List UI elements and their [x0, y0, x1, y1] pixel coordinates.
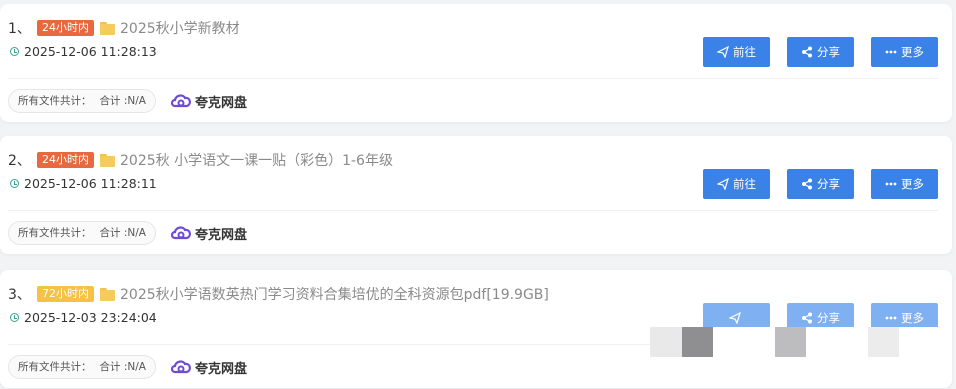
time-badge: 72小时内	[37, 286, 94, 302]
divider	[8, 210, 938, 211]
card-footer: 所有文件共计： 合计 :N/A 夸克网盘	[8, 355, 247, 379]
clock-icon	[10, 313, 19, 322]
share-icon	[801, 312, 813, 324]
item-index: 2、	[8, 153, 31, 169]
card-header: 3、 72小时内 2025秋小学语数英热门学习资料合集培优的全科资源包pdf[1…	[8, 284, 549, 304]
item-title[interactable]: 2025秋 小学语文一课一贴（彩色）1-6年级	[120, 150, 393, 170]
more-button[interactable]: 更多	[871, 169, 938, 199]
timestamp: 2025-12-03 23:24:04	[24, 310, 157, 325]
item-title[interactable]: 2025秋小学语数英热门学习资料合集培优的全科资源包pdf[19.9GB]	[120, 284, 549, 304]
total-label: 合计 :N/A	[99, 227, 146, 239]
ellipsis-icon	[885, 182, 897, 186]
provider-name: 夸克网盘	[194, 227, 247, 243]
provider-logo: 夸克网盘	[170, 92, 247, 111]
total-label: 合计 :N/A	[99, 361, 146, 373]
more-button[interactable]: 更多	[871, 37, 938, 67]
timestamp-row: 2025-12-03 23:24:04	[10, 310, 157, 325]
item-index: 1、	[8, 21, 31, 37]
clock-icon	[10, 47, 19, 56]
result-card: 2、 24小时内 2025秋 小学语文一课一贴（彩色）1-6年级 2025-12…	[0, 136, 952, 254]
card-footer: 所有文件共计： 合计 :N/A 夸克网盘	[8, 221, 247, 245]
timestamp-row: 2025-12-06 11:28:11	[10, 176, 157, 191]
send-icon	[717, 178, 729, 190]
ellipsis-icon	[885, 316, 897, 320]
go-button[interactable]: 前往	[703, 169, 770, 199]
go-label: 前往	[733, 45, 756, 59]
go-button[interactable]: 前往	[703, 37, 770, 67]
share-label: 分享	[817, 45, 840, 59]
file-summary-pill: 所有文件共计： 合计 :N/A	[8, 355, 156, 379]
more-label: 更多	[901, 311, 924, 325]
folder-icon	[100, 287, 115, 301]
card-footer: 所有文件共计： 合计 :N/A 夸克网盘	[8, 89, 247, 113]
share-button[interactable]: 分享	[787, 169, 854, 199]
time-badge: 24小时内	[37, 20, 94, 36]
provider-name: 夸克网盘	[194, 361, 247, 377]
card-header: 1、 24小时内 2025秋小学新教材	[8, 18, 240, 38]
timestamp: 2025-12-06 11:28:11	[24, 176, 157, 191]
file-summary-pill: 所有文件共计： 合计 :N/A	[8, 221, 156, 245]
share-label: 分享	[817, 311, 840, 325]
share-icon	[801, 46, 813, 58]
total-label: 合计 :N/A	[99, 95, 146, 107]
files-label: 所有文件共计：	[18, 361, 92, 373]
quark-cloud-icon	[170, 226, 191, 240]
provider-name: 夸克网盘	[194, 95, 247, 111]
quark-cloud-icon	[170, 360, 191, 374]
go-label: 前往	[733, 177, 756, 191]
result-card: 1、 24小时内 2025秋小学新教材 2025-12-06 11:28:13 …	[0, 4, 952, 122]
file-summary-pill: 所有文件共计： 合计 :N/A	[8, 89, 156, 113]
ellipsis-icon	[885, 50, 897, 54]
clock-icon	[10, 179, 19, 188]
files-label: 所有文件共计：	[18, 95, 92, 107]
more-label: 更多	[901, 177, 924, 191]
timestamp-row: 2025-12-06 11:28:13	[10, 44, 157, 59]
more-label: 更多	[901, 45, 924, 59]
provider-logo: 夸克网盘	[170, 224, 247, 243]
share-label: 分享	[817, 177, 840, 191]
share-button[interactable]: 分享	[787, 37, 854, 67]
send-icon	[728, 312, 741, 324]
card-header: 2、 24小时内 2025秋 小学语文一课一贴（彩色）1-6年级	[8, 150, 393, 170]
item-title[interactable]: 2025秋小学新教材	[120, 18, 240, 38]
time-badge: 24小时内	[37, 152, 94, 168]
send-icon	[717, 46, 729, 58]
share-icon	[801, 178, 813, 190]
folder-icon	[100, 153, 115, 167]
timestamp: 2025-12-06 11:28:13	[24, 44, 157, 59]
divider	[8, 78, 938, 79]
item-index: 3、	[8, 287, 31, 303]
files-label: 所有文件共计：	[18, 227, 92, 239]
quark-cloud-icon	[170, 94, 191, 108]
folder-icon	[100, 21, 115, 35]
provider-logo: 夸克网盘	[170, 358, 247, 377]
